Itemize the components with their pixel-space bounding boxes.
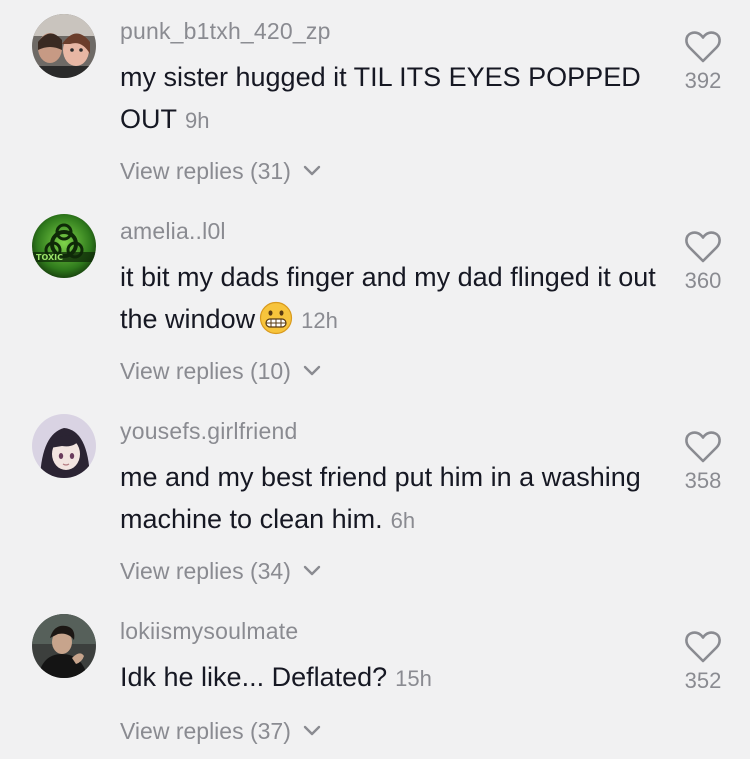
like-count: 358 [684,468,722,493]
heart-icon [685,31,721,63]
avatar[interactable]: TOXIC [32,214,96,278]
grimacing-face-icon [259,301,293,335]
comment-time: 12h [301,308,338,333]
comment-text: me and my best friend put him in a washi… [120,456,660,542]
chevron-down-icon [304,365,321,376]
heart-icon [685,231,721,263]
comment-text: Idk he like... Deflated? 15h [120,656,660,700]
view-replies-label: View replies (34) [120,558,291,584]
view-replies-button[interactable]: View replies (10) [120,358,321,385]
avatar[interactable] [32,414,96,478]
chevron-down-icon [304,165,321,176]
svg-text:TOXIC: TOXIC [36,253,63,262]
comment-body: it bit my dads finger and my dad flinged… [120,262,656,334]
like-count: 352 [684,668,722,693]
comment-time: 6h [390,508,416,533]
like-count: 360 [684,268,722,293]
view-replies-label: View replies (10) [120,358,291,384]
view-replies-button[interactable]: View replies (31) [120,158,321,185]
comment-time: 9h [185,108,210,133]
comment-username[interactable]: yousefs.girlfriend [120,418,297,445]
avatar[interactable] [32,614,96,678]
heart-icon [685,631,721,663]
like-button[interactable]: 392 [668,30,738,94]
view-replies-button[interactable]: View replies (37) [120,718,321,745]
like-count: 392 [684,68,722,93]
like-button[interactable]: 358 [668,430,738,494]
comment-username[interactable]: punk_b1txh_420_zp [120,18,331,45]
view-replies-label: View replies (37) [120,718,291,744]
comment-text: it bit my dads finger and my dad flinged… [120,256,660,342]
avatar[interactable] [32,14,96,78]
comment-body: me and my best friend put him in a washi… [120,462,641,534]
like-button[interactable]: 360 [668,230,738,294]
comment-username[interactable]: lokiismysoulmate [120,618,298,645]
like-button[interactable]: 352 [668,630,738,694]
chevron-down-icon [304,565,321,576]
comment-time: 15h [395,666,432,691]
comment-body: Idk he like... Deflated? [120,662,388,692]
comment-username[interactable]: amelia..l0l [120,218,226,245]
chevron-down-icon [304,725,321,736]
heart-icon [685,431,721,463]
view-replies-label: View replies (31) [120,158,291,184]
comment-text: my sister hugged it TIL ITS EYES POPPED … [120,56,660,142]
view-replies-button[interactable]: View replies (34) [120,558,321,585]
